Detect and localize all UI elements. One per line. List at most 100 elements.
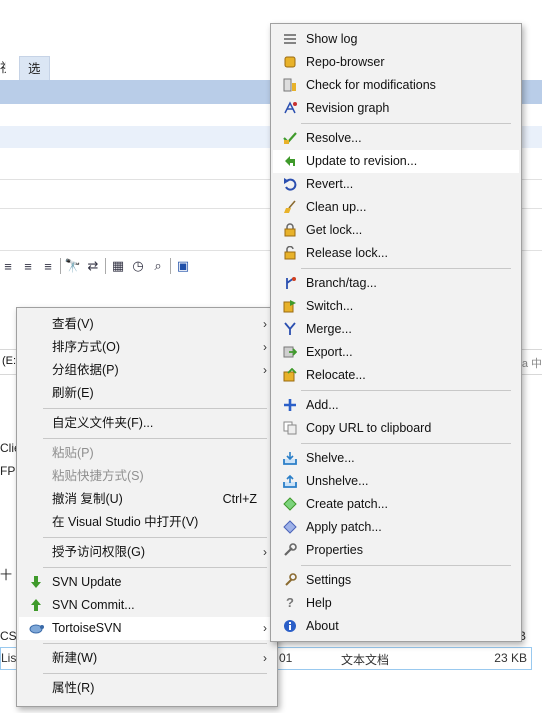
save-icon[interactable]: ▣	[175, 258, 191, 274]
menu-item-label: Create patch...	[306, 497, 388, 511]
menu-separator	[301, 268, 511, 269]
chevron-right-icon: ›	[263, 363, 267, 377]
menu-item-repo-browser[interactable]: Repo-browser	[273, 51, 519, 74]
menu-item-label: 授予访问权限(G)	[52, 545, 146, 559]
file-type: 文本文档	[341, 653, 390, 667]
menu-item-open-in-visual-studio[interactable]: 在 Visual Studio 中打开(V)	[19, 511, 275, 534]
menu-item-label: Show log	[306, 32, 358, 46]
clock-icon[interactable]: ◷	[130, 258, 146, 274]
chevron-right-icon: ›	[263, 651, 267, 665]
menu-item-label: 撤消 复制(U)	[52, 492, 123, 506]
menu-item-merge[interactable]: Merge...	[273, 318, 519, 341]
revert-icon	[282, 176, 298, 192]
menu-item-label: 查看(V)	[52, 317, 94, 331]
menu-item-label: Settings	[306, 573, 352, 587]
menu-item-svn-update[interactable]: SVN Update	[19, 571, 275, 594]
menu-item-unshelve[interactable]: Unshelve...	[273, 470, 519, 493]
release-lock-icon	[282, 245, 298, 261]
menu-item-clean-up[interactable]: Clean up...	[273, 196, 519, 219]
tortoisesvn-icon	[28, 620, 44, 636]
menu-item-label: SVN Commit...	[52, 598, 135, 612]
menu-separator	[43, 438, 267, 439]
menu-item-label: 属性(R)	[52, 681, 95, 695]
replace-icon[interactable]: ⇄	[85, 258, 101, 274]
menu-item-revision-graph[interactable]: Revision graph	[273, 97, 519, 120]
menu-item-label: Check for modifications	[306, 78, 436, 92]
calendar-icon[interactable]: ▦	[110, 258, 126, 274]
menu-item-add[interactable]: Add...	[273, 394, 519, 417]
menu-item-help[interactable]: ? Help	[273, 592, 519, 615]
editor-toolbar: ≡ ≡ ≡ 🔭 ⇄ ▦ ◷ ⌕ ▣	[0, 256, 191, 276]
menu-item-label: Export...	[306, 345, 353, 359]
menu-item-switch[interactable]: Switch...	[273, 295, 519, 318]
menu-item-label: About	[306, 619, 339, 633]
menu-item-label: Revert...	[306, 177, 354, 191]
menu-item-label: Clean up...	[306, 200, 367, 214]
menu-item-export[interactable]: Export...	[273, 341, 519, 364]
menu-item-copy-url[interactable]: Copy URL to clipboard	[273, 417, 519, 440]
menu-item-relocate[interactable]: Relocate...	[273, 364, 519, 387]
branch-tag-icon	[282, 275, 298, 291]
menu-item-label: Help	[306, 596, 332, 610]
menu-item-grant-access[interactable]: 授予访问权限(G) ›	[19, 541, 275, 564]
menu-item-paste: 粘贴(P)	[19, 442, 275, 465]
menu-item-label: 分组依据(P)	[52, 363, 119, 377]
menu-item-label: Relocate...	[306, 368, 366, 382]
menu-item-about[interactable]: About	[273, 615, 519, 638]
get-lock-icon	[282, 222, 298, 238]
about-icon	[282, 618, 298, 634]
tab-options[interactable]: 选项	[19, 56, 50, 100]
menu-item-label: Properties	[306, 543, 363, 557]
align-right-icon[interactable]: ≡	[40, 258, 56, 274]
menu-item-check-for-modifications[interactable]: Check for modifications	[273, 74, 519, 97]
menu-item-customize-folder[interactable]: 自定义文件夹(F)...	[19, 412, 275, 435]
menu-item-svn-commit[interactable]: SVN Commit...	[19, 594, 275, 617]
menu-item-properties[interactable]: 属性(R)	[19, 677, 275, 700]
clean-up-icon	[282, 199, 298, 215]
update-to-revision-icon	[282, 153, 298, 169]
menu-item-label: Copy URL to clipboard	[306, 421, 432, 435]
menu-item-apply-patch[interactable]: Apply patch...	[273, 516, 519, 539]
switch-icon	[282, 298, 298, 314]
align-center-icon[interactable]: ≡	[20, 258, 36, 274]
menu-item-undo-copy[interactable]: 撤消 复制(U) Ctrl+Z	[19, 488, 275, 511]
menu-item-refresh[interactable]: 刷新(E)	[19, 382, 275, 405]
apply-patch-icon	[282, 519, 298, 535]
align-left-icon[interactable]: ≡	[0, 258, 16, 274]
menu-item-group-by[interactable]: 分组依据(P) ›	[19, 359, 275, 382]
menu-item-revert[interactable]: Revert...	[273, 173, 519, 196]
toolbar-separator	[105, 258, 106, 274]
menu-item-label: Shelve...	[306, 451, 355, 465]
menu-item-label: Apply patch...	[306, 520, 382, 534]
menu-separator	[301, 123, 511, 124]
settings-icon	[282, 572, 298, 588]
menu-item-shelve[interactable]: Shelve...	[273, 447, 519, 470]
menu-item-sort-by[interactable]: 排序方式(O) ›	[19, 336, 275, 359]
menu-item-update-to-revision[interactable]: Update to revision...	[273, 150, 519, 173]
menu-separator	[301, 443, 511, 444]
menu-item-show-log[interactable]: Show log	[273, 28, 519, 51]
menu-item-create-patch[interactable]: Create patch...	[273, 493, 519, 516]
menu-item-get-lock[interactable]: Get lock...	[273, 219, 519, 242]
toolbar-separator	[170, 258, 171, 274]
chevron-right-icon: ›	[263, 317, 267, 331]
find-icon[interactable]: 🔭	[65, 258, 81, 274]
file-name-fragment: 十	[0, 568, 13, 582]
tab-view[interactable]: 視	[0, 56, 6, 80]
relocate-icon	[282, 367, 298, 383]
menu-item-settings[interactable]: Settings	[273, 569, 519, 592]
toolbar-separator	[60, 258, 61, 274]
svn-update-icon	[28, 574, 44, 590]
menu-item-label: Get lock...	[306, 223, 363, 237]
shelve-icon	[282, 450, 298, 466]
menu-item-properties[interactable]: Properties	[273, 539, 519, 562]
menu-item-release-lock[interactable]: Release lock...	[273, 242, 519, 265]
menu-item-resolve[interactable]: Resolve...	[273, 127, 519, 150]
menu-item-label: Add...	[306, 398, 339, 412]
zoom-icon[interactable]: ⌕	[150, 258, 166, 274]
menu-item-branch-tag[interactable]: Branch/tag...	[273, 272, 519, 295]
menu-item-view[interactable]: 查看(V) ›	[19, 313, 275, 336]
menu-item-new[interactable]: 新建(W) ›	[19, 647, 275, 670]
menu-item-tortoisesvn[interactable]: TortoiseSVN ›	[19, 617, 275, 640]
properties-icon	[282, 542, 298, 558]
